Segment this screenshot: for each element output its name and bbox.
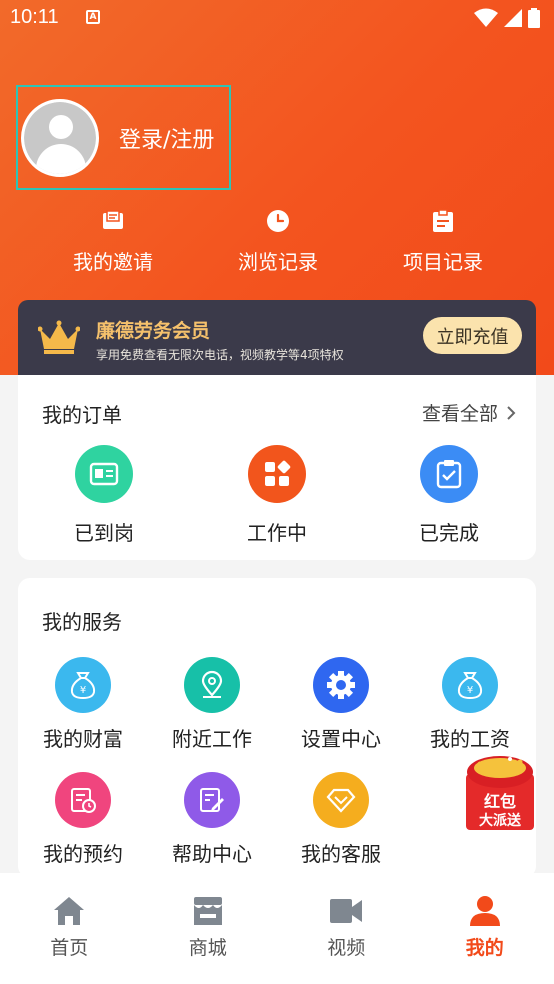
login-register-label: 登录/注册 <box>119 127 215 153</box>
order-label: 工作中 <box>247 521 307 545</box>
service-label: 我的预约 <box>43 842 123 866</box>
status-time: 10:11 <box>10 6 59 28</box>
red-packet-promo[interactable]: 红包 大派送 <box>466 756 534 830</box>
apps-icon <box>248 445 306 503</box>
orders-title: 我的订单 <box>42 403 122 427</box>
tab-store[interactable]: 商城 <box>139 873 278 984</box>
quick-link-invite[interactable]: 我的邀请 <box>56 208 170 275</box>
order-arrived[interactable]: 已到岗 <box>49 445 159 546</box>
order-label: 已到岗 <box>74 521 134 545</box>
red-packet-line1: 红包 <box>484 792 516 811</box>
quick-link-label: 项目记录 <box>403 250 483 274</box>
location-pin-icon <box>184 657 240 713</box>
tab-label: 商城 <box>188 937 227 959</box>
id-card-icon <box>75 445 133 503</box>
service-label: 附近工作 <box>172 727 252 751</box>
clock-icon <box>265 208 291 234</box>
service-nearby-jobs[interactable]: 附近工作 <box>152 657 272 752</box>
order-working[interactable]: 工作中 <box>222 445 332 546</box>
service-customer-support[interactable]: 我的客服 <box>281 772 401 867</box>
service-salary[interactable]: ¥ 我的工资 <box>410 657 530 752</box>
battery-icon <box>528 8 540 28</box>
my-services-card: 我的服务 ¥ 我的财富 附近工作 设置中心 ¥ 我的工资 我的预约 帮助中心 我… <box>18 578 536 878</box>
services-title: 我的服务 <box>42 610 122 634</box>
service-label: 我的客服 <box>301 842 381 866</box>
status-bar: 10:11 A <box>0 0 554 38</box>
envelope-icon <box>100 208 126 234</box>
edit-doc-icon <box>184 772 240 828</box>
service-wealth[interactable]: ¥ 我的财富 <box>23 657 143 752</box>
gear-icon <box>313 657 369 713</box>
service-label: 帮助中心 <box>172 842 252 866</box>
quick-link-label: 我的邀请 <box>73 250 153 274</box>
tab-label: 首页 <box>50 937 89 959</box>
crown-icon <box>38 320 80 354</box>
bottom-tab-bar: 首页 商城 视频 我的 <box>0 873 554 984</box>
user-icon <box>469 896 500 926</box>
service-help-center[interactable]: 帮助中心 <box>152 772 272 867</box>
svg-text:¥: ¥ <box>467 685 473 696</box>
money-bag-icon: ¥ <box>55 657 111 713</box>
tab-video[interactable]: 视频 <box>277 873 416 984</box>
vip-subtitle: 享用免费查看无限次电话，视频教学等4项特权 <box>96 348 344 362</box>
svg-text:¥: ¥ <box>80 685 86 696</box>
tab-mine[interactable]: 我的 <box>416 873 554 984</box>
recharge-button[interactable]: 立即充值 <box>423 317 522 354</box>
service-label: 我的工资 <box>430 727 510 751</box>
clipboard-icon <box>430 208 456 234</box>
order-label: 已完成 <box>419 521 479 545</box>
quick-link-history[interactable]: 浏览记录 <box>221 208 335 275</box>
store-icon <box>193 897 222 925</box>
video-icon <box>330 899 363 923</box>
tab-label: 视频 <box>327 937 366 959</box>
wifi-icon <box>474 8 498 27</box>
quick-link-label: 浏览记录 <box>238 250 318 274</box>
vip-title: 廉德劳务会员 <box>96 320 211 342</box>
red-packet-line2: 大派送 <box>479 812 522 829</box>
calendar-clock-icon <box>55 772 111 828</box>
order-completed[interactable]: 已完成 <box>394 445 504 546</box>
see-all-label: 查看全部 <box>421 403 498 425</box>
notification-a-icon: A <box>86 10 100 24</box>
chevron-right-icon <box>507 405 516 420</box>
see-all-orders-link[interactable]: 查看全部 <box>422 399 516 426</box>
login-register-entry[interactable]: 登录/注册 <box>16 85 231 190</box>
vip-membership-card[interactable]: 廉德劳务会员 享用免费查看无限次电话，视频教学等4项特权 立即充值 <box>18 300 536 375</box>
quick-link-projects[interactable]: 项目记录 <box>386 208 500 275</box>
diamond-icon <box>313 772 369 828</box>
clipboard-check-icon <box>420 445 478 503</box>
home-icon <box>54 897 85 925</box>
avatar <box>21 98 99 177</box>
tab-label: 我的 <box>465 937 504 959</box>
service-appointments[interactable]: 我的预约 <box>23 772 143 867</box>
service-label: 设置中心 <box>301 727 381 751</box>
service-label: 我的财富 <box>43 727 123 751</box>
signal-icon <box>504 9 522 27</box>
tab-home[interactable]: 首页 <box>0 873 139 984</box>
money-bag-icon: ¥ <box>442 657 498 713</box>
service-settings[interactable]: 设置中心 <box>281 657 401 752</box>
status-icons <box>474 8 540 28</box>
my-orders-card: 我的订单 查看全部 已到岗 工作中 已完成 <box>18 375 536 560</box>
red-packet-icon: 红包 大派送 <box>466 756 534 830</box>
